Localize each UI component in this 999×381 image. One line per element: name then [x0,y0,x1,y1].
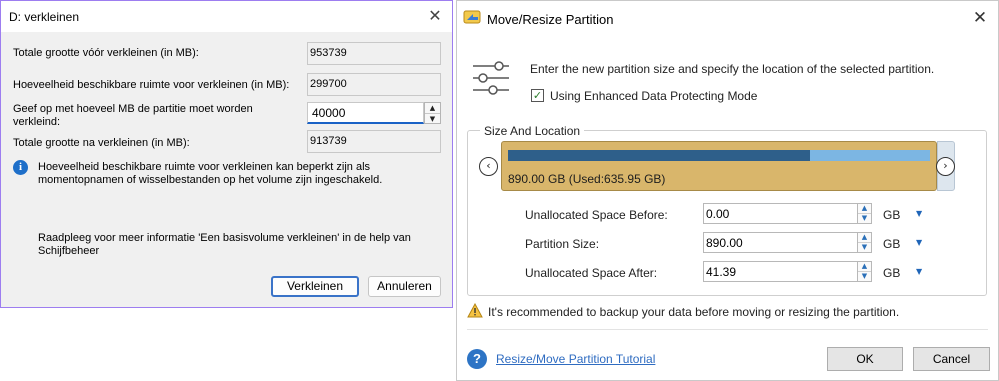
partition-size-unit: GB [883,237,901,251]
info-text: Hoeveelheid beschikbare ruimte voor verk… [38,161,383,186]
size-after-value: 913739 [307,130,441,153]
spin-down-icon[interactable]: ▼ [858,213,871,222]
move-resize-app-icon [463,7,483,32]
close-icon[interactable]: ✕ [967,5,993,31]
unit-dropdown-icon[interactable]: ▼ [916,267,922,276]
partition-size-label: Partition Size: [525,237,600,251]
move-resize-titlebar: Move/Resize Partition ✕ [457,1,998,37]
unallocated-before-spinner[interactable]: ▲ ▼ [857,203,872,224]
help-icon[interactable]: ? [467,349,487,369]
protect-mode-checkbox[interactable]: ✓ [531,89,544,102]
unallocated-after-spinner[interactable]: ▲ ▼ [857,261,872,282]
chevron-left-icon[interactable]: ‹ [479,157,498,176]
shrink-amount-spinner[interactable]: ▲ ▼ [424,102,441,124]
unallocated-before-label: Unallocated Space Before: [525,208,668,222]
shrink-button[interactable]: Verkleinen [271,276,359,297]
unit-dropdown-icon[interactable]: ▼ [916,238,922,247]
footer-divider [467,329,988,330]
warning-text: It's recommended to backup your data bef… [488,305,900,319]
unallocated-before-unit: GB [883,208,901,222]
size-after-label: Totale grootte na verkleinen (in MB): [13,137,190,149]
partition-used-fill [508,150,810,161]
spin-up-icon[interactable]: ▲ [858,262,871,271]
size-before-value: 953739 [307,42,441,65]
size-location-title: Size And Location [480,124,585,138]
partition-usage-track [508,150,930,161]
partition-size-spinner[interactable]: ▲ ▼ [857,232,872,253]
move-resize-dialog: Move/Resize Partition ✕ Enter the new pa… [456,0,999,381]
cancel-button[interactable]: Cancel [913,347,990,371]
unallocated-after-unit: GB [883,266,901,280]
spin-up-icon[interactable]: ▲ [858,233,871,242]
size-before-label: Totale grootte vóór verkleinen (in MB): [13,47,199,59]
partition-bar[interactable]: 890.00 GB (Used:635.95 GB) [501,141,937,191]
tutorial-link[interactable]: Resize/Move Partition Tutorial [496,352,655,366]
move-resize-title: Move/Resize Partition [487,12,614,27]
move-resize-body: Enter the new partition size and specify… [457,37,998,380]
intro-text: Enter the new partition size and specify… [530,62,935,76]
available-space-label: Hoeveelheid beschikbare ruimte voor verk… [13,79,290,91]
warning-icon [467,302,483,323]
cancel-button[interactable]: Annuleren [368,276,441,297]
partition-label: 890.00 GB (Used:635.95 GB) [508,172,666,186]
shrink-dialog: D: verkleinen ✕ Totale grootte vóór verk… [0,0,453,308]
ok-button[interactable]: OK [827,347,903,371]
chevron-right-icon[interactable]: › [936,157,955,176]
available-space-value: 299700 [307,73,441,96]
spin-down-icon[interactable]: ▼ [858,242,871,251]
protect-mode-label: Using Enhanced Data Protecting Mode [550,89,758,103]
spin-up-icon[interactable]: ▲ [425,103,440,113]
spin-down-icon[interactable]: ▼ [858,271,871,280]
unallocated-after-label: Unallocated Space After: [525,266,658,280]
shrink-amount-input[interactable]: 40000 [307,102,424,124]
unallocated-after-input[interactable]: 41.39 [703,261,858,282]
spin-down-icon[interactable]: ▼ [425,113,440,123]
help-text: Raadpleeg voor meer informatie 'Een basi… [38,232,411,257]
unit-dropdown-icon[interactable]: ▼ [916,209,922,218]
shrink-dialog-title: D: verkleinen [9,10,80,24]
spin-up-icon[interactable]: ▲ [858,204,871,213]
shrink-amount-label: Geef op met hoeveel MB de partitie moet … [13,103,253,128]
partition-size-input[interactable]: 890.00 [703,232,858,253]
close-icon[interactable]: ✕ [423,4,447,28]
sliders-icon [471,59,511,102]
info-icon: i [13,160,28,175]
unallocated-before-input[interactable]: 0.00 [703,203,858,224]
shrink-dialog-titlebar: D: verkleinen ✕ [1,1,452,32]
